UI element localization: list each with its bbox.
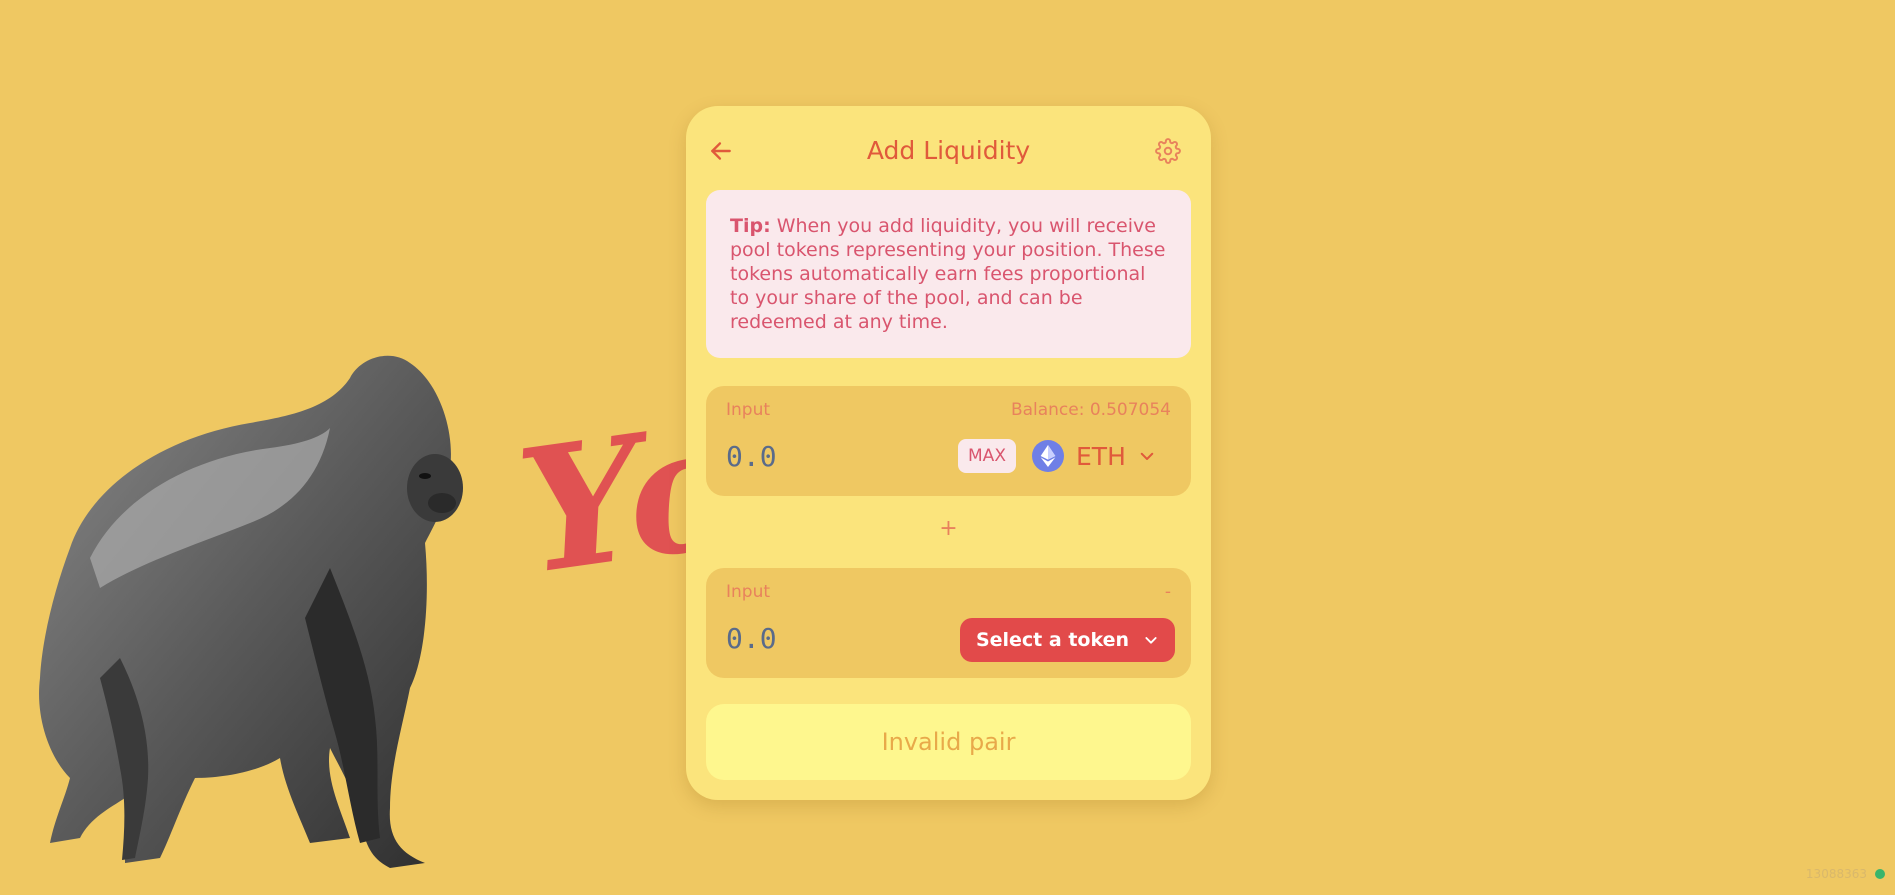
ethereum-icon	[1032, 440, 1064, 472]
max-button[interactable]: MAX	[958, 439, 1016, 473]
input-a-label: Input	[726, 400, 771, 420]
token-symbol-a: ETH	[1076, 441, 1126, 471]
input-b-amount-field[interactable]	[726, 618, 926, 658]
gear-icon	[1155, 138, 1181, 164]
tip-text: When you add liquidity, you will receive…	[730, 215, 1166, 333]
plus-separator: +	[939, 516, 958, 541]
card-header: Add Liquidity	[686, 124, 1211, 182]
gorilla-illustration	[39, 355, 463, 868]
add-liquidity-card: Add Liquidity Tip: When you add liquidit…	[686, 106, 1211, 800]
input-a-amount-field[interactable]	[726, 436, 926, 476]
page-title: Add Liquidity	[866, 136, 1031, 165]
invalid-pair-button[interactable]: Invalid pair	[706, 704, 1191, 780]
tip-box: Tip: When you add liquidity, you will re…	[706, 190, 1191, 358]
status-dot	[1875, 869, 1885, 879]
settings-button[interactable]	[1151, 134, 1185, 168]
input-a-balance: Balance: 0.507054	[1010, 400, 1171, 420]
chevron-down-icon	[1140, 452, 1154, 460]
select-token-label: Select a token	[975, 629, 1129, 651]
token-selector-a[interactable]: ETH	[1032, 438, 1156, 474]
input-panel-b: Input - Select a token	[706, 568, 1191, 678]
input-b-balance: -	[1164, 582, 1171, 602]
select-token-button[interactable]: Select a token	[959, 618, 1175, 662]
block-status: 13088363	[1806, 867, 1885, 881]
input-panel-a: Input Balance: 0.507054 MAX ETH	[706, 386, 1191, 496]
tip-label: Tip:	[730, 215, 771, 237]
input-b-label: Input	[726, 582, 771, 602]
chevron-down-icon	[1145, 637, 1157, 644]
block-number: 13088363	[1805, 867, 1867, 881]
